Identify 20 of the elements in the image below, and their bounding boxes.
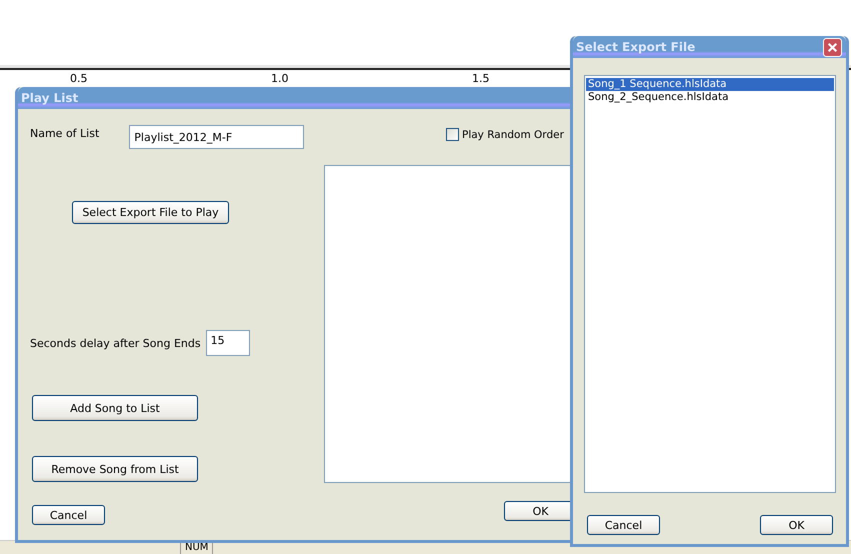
- input-field[interactable]: Playlist_2012_M-F: [129, 125, 304, 149]
- cancel-button[interactable]: Cancel: [587, 515, 660, 535]
- add-song-button[interactable]: Add Song to List: [32, 395, 198, 421]
- checkbox[interactable]: [446, 128, 459, 141]
- input-field[interactable]: 15: [206, 330, 250, 356]
- ruler-label: 0.5: [70, 72, 88, 85]
- window-title: Select Export File: [576, 40, 696, 54]
- checkbox-label: Play Random Order: [462, 128, 564, 140]
- select-file-button[interactable]: Select Export File to Play: [72, 201, 229, 224]
- window-title: Play List: [21, 91, 78, 105]
- file-item[interactable]: Song_2_Sequence.hlsIdata: [586, 91, 834, 104]
- file-item[interactable]: Song_1 Sequence.hlsIdata: [586, 78, 834, 91]
- remove-song-button[interactable]: Remove Song from List: [32, 456, 198, 482]
- ruler-label: 1.0: [271, 72, 288, 85]
- ok-button[interactable]: OK: [760, 515, 833, 535]
- cancel-button[interactable]: Cancel: [32, 505, 105, 525]
- field-label: Seconds delay after Song Ends: [30, 336, 201, 350]
- ruler-label: 1.5: [472, 72, 490, 85]
- field-label: Name of List: [30, 127, 100, 140]
- close-icon[interactable]: [823, 38, 842, 56]
